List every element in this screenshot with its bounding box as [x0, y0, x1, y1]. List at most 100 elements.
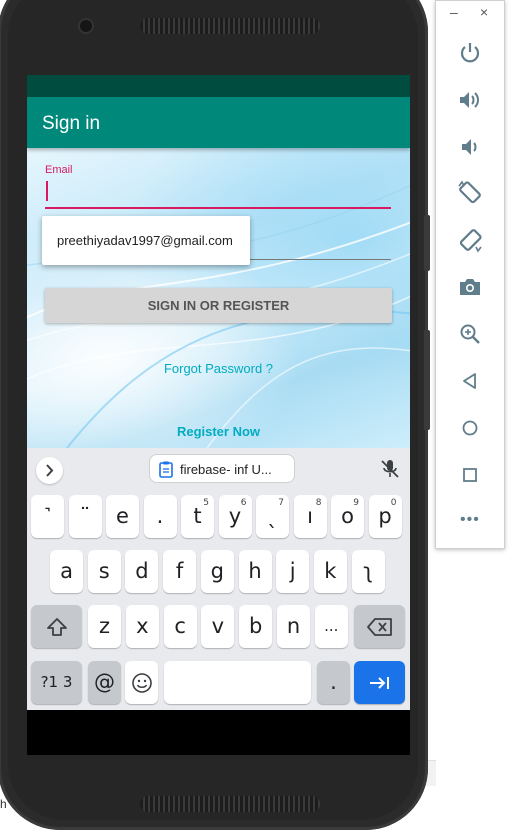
key[interactable]: z [88, 605, 121, 648]
key[interactable]: y6 [218, 495, 252, 538]
home-button[interactable] [456, 414, 484, 442]
next-key[interactable] [354, 661, 405, 704]
side-button[interactable] [424, 330, 430, 430]
key[interactable]: ˎ7 [256, 495, 289, 538]
back-button[interactable] [456, 367, 484, 395]
key[interactable]: g [200, 550, 234, 593]
rotate-left-button[interactable] [456, 179, 484, 207]
period-key[interactable]: . [317, 661, 350, 704]
email-label: Email [45, 164, 73, 176]
key[interactable]: ʅ [351, 550, 385, 593]
key-hint-label: 8 [315, 498, 322, 508]
arrow-right-to-bar-icon [369, 676, 389, 689]
expand-toolbar-button[interactable] [36, 457, 63, 484]
volume-down-icon [462, 139, 477, 155]
rotate-right-icon [459, 229, 482, 253]
key[interactable]: x [125, 605, 159, 648]
key[interactable]: ı8 [293, 495, 327, 538]
clipboard-icon [159, 461, 173, 478]
camera-icon [460, 279, 480, 295]
key[interactable]: h [238, 550, 272, 593]
key[interactable]: b [239, 605, 273, 648]
bottom-speaker [140, 796, 320, 812]
space-key[interactable] [164, 661, 311, 704]
overview-button[interactable] [456, 461, 484, 489]
at-key[interactable]: @ [88, 661, 121, 704]
key[interactable]: s [87, 550, 121, 593]
front-camera [80, 20, 92, 32]
key[interactable]: ¨ [68, 495, 102, 538]
key[interactable]: c [163, 605, 197, 648]
volume-up-button[interactable] [456, 86, 484, 114]
power-icon [460, 43, 480, 63]
key[interactable]: ... [314, 605, 348, 648]
email-field[interactable] [45, 207, 391, 209]
key-label: t [193, 504, 202, 528]
autofill-suggestion-text: preethiyadav1997@gmail.com [57, 233, 233, 248]
key[interactable]: o9 [331, 495, 364, 538]
key[interactable]: k [313, 550, 347, 593]
key[interactable]: f [163, 550, 197, 593]
emoji-icon [131, 672, 152, 693]
power-button[interactable] [456, 39, 484, 67]
mic-off-icon[interactable] [379, 458, 401, 480]
forgot-password-link[interactable]: Forgot Password ? [27, 361, 410, 376]
key-hint-label: 0 [390, 498, 397, 508]
zoom-icon [460, 324, 480, 344]
rotate-left-icon [458, 180, 481, 204]
symbols-key[interactable]: ?1 3 [31, 661, 82, 704]
backspace-icon [366, 617, 392, 636]
minimize-button[interactable]: – [450, 4, 458, 20]
shift-icon [46, 617, 67, 636]
key[interactable]: p0 [368, 495, 402, 538]
key[interactable]: d [125, 550, 159, 593]
autofill-suggestion[interactable]: preethiyadav1997@gmail.com [42, 216, 250, 265]
more-options-button[interactable]: ••• [460, 511, 480, 529]
page-title: Sign in [42, 113, 101, 134]
top-speaker [140, 18, 320, 34]
register-link[interactable]: Register Now [27, 424, 410, 439]
key-label: p [378, 504, 392, 528]
clipboard-suggestion-chip[interactable]: firebase- inf U... [149, 454, 295, 483]
zoom-button[interactable] [456, 320, 484, 348]
emulator-toolbar: – × ••• [435, 0, 505, 549]
key-hint-label: 5 [203, 498, 209, 508]
key-label: ı [307, 504, 313, 528]
sign-in-form: Email preethiyadav1997@gmail.com SIGN IN… [27, 148, 410, 448]
key[interactable]: t5 [181, 495, 214, 538]
screenshot-button[interactable] [456, 273, 484, 301]
chevron-right-icon [46, 464, 54, 477]
key-hint-label: 9 [353, 498, 359, 508]
rotate-right-button[interactable] [456, 226, 484, 254]
volume-up-icon [460, 92, 479, 108]
key[interactable]: . [143, 495, 177, 538]
volume-rocker[interactable] [424, 215, 430, 271]
sign-in-button[interactable]: SIGN IN OR REGISTER [45, 288, 392, 323]
key-label: y [228, 504, 242, 528]
keyboard-suggestion-bar: firebase- inf U... [27, 448, 410, 490]
device-screen: Sign in Email preethiyadav1997@gmail.com… [27, 75, 410, 755]
text-cursor [46, 181, 48, 201]
key-label: ˺ [44, 504, 51, 528]
shift-key[interactable] [31, 605, 82, 648]
volume-down-button[interactable] [456, 133, 484, 161]
emoji-key[interactable] [125, 661, 158, 704]
soft-keyboard: firebase- inf U... ˺ ¨ e. t 5 y 6 ˎ 7 ı 8 o 9 p 0 asdf… [27, 448, 410, 710]
backspace-key[interactable] [354, 605, 405, 648]
key[interactable]: j [276, 550, 310, 593]
home-icon [462, 420, 478, 436]
overview-icon [463, 468, 477, 482]
clipboard-chip-text: firebase- inf U... [180, 462, 272, 477]
key-label: ˎ [267, 504, 278, 528]
key[interactable]: a [50, 550, 83, 593]
key-label: . [156, 504, 164, 528]
status-bar [27, 75, 410, 97]
key[interactable]: ˺ [31, 495, 64, 538]
key-label: e [116, 504, 129, 528]
app-bar: Sign in [27, 97, 410, 148]
key[interactable]: e [106, 495, 139, 538]
key[interactable]: n [277, 605, 310, 648]
key[interactable]: v [201, 605, 235, 648]
back-icon [463, 373, 476, 389]
close-button[interactable]: × [480, 4, 488, 20]
